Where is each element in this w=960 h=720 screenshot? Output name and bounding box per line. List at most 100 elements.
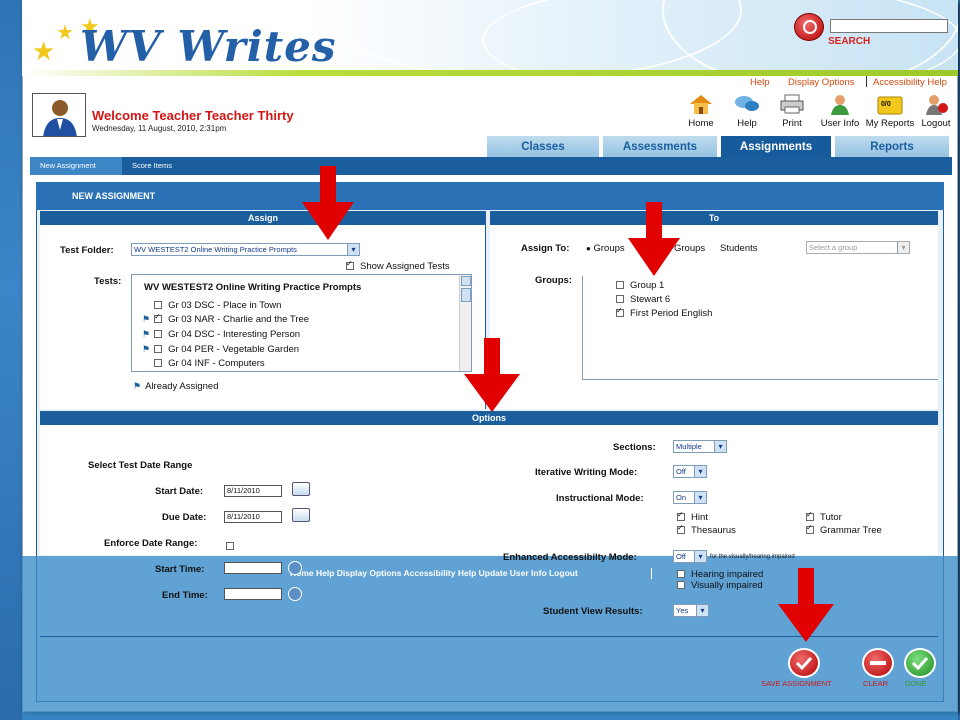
end-time-label: End Time: (162, 590, 208, 601)
help-link[interactable]: Help (750, 77, 770, 88)
test-item[interactable]: ⚑ Gr 04 PER - Vegetable Garden (142, 344, 299, 355)
due-date-input[interactable]: 8/11/2010 (224, 511, 282, 523)
test-item[interactable]: ⚑ Gr 03 NAR - Charlie and the Tree (142, 312, 309, 325)
toolbar-label: Logout (921, 118, 951, 129)
toolbar-help[interactable]: Help (730, 93, 764, 129)
calendar-icon[interactable] (292, 482, 310, 496)
end-time-input[interactable] (224, 588, 282, 600)
tool-checkbox[interactable] (806, 523, 814, 535)
test-checkbox[interactable] (154, 301, 163, 310)
test-checkbox[interactable] (154, 330, 163, 339)
iterative-select[interactable]: Off ▾ (673, 465, 707, 478)
toolbar-label: Print (782, 118, 802, 129)
tab-assessments[interactable]: Assessments (602, 135, 718, 157)
reports-badge: 0/0 (881, 101, 891, 108)
app-logo[interactable]: WV Writes (80, 22, 337, 71)
display-options-link[interactable]: Display Options (788, 77, 855, 88)
test-checkbox[interactable] (154, 312, 163, 324)
show-assigned-checkbox[interactable] (346, 259, 354, 271)
red-arrow-icon (464, 338, 520, 412)
calendar-icon[interactable] (292, 508, 310, 522)
radio-label: Students (720, 243, 758, 254)
tool-checkbox[interactable] (677, 510, 685, 522)
impaired-option[interactable]: Hearing impaired (677, 569, 763, 580)
logout-icon (926, 95, 948, 115)
test-item[interactable]: ⚑Gr 04 INF - Computers (142, 358, 265, 369)
clock-icon[interactable] (288, 561, 302, 575)
group-select[interactable]: Select a group ▾ (806, 241, 910, 254)
tab-reports[interactable]: Reports (834, 135, 950, 157)
tab-classes[interactable]: Classes (486, 135, 600, 157)
show-assigned-option[interactable]: Show Assigned Tests (346, 259, 450, 272)
save-assignment-icon[interactable] (788, 648, 820, 678)
student-view-select[interactable]: Yes ▾ (673, 604, 709, 617)
test-checkbox[interactable] (154, 359, 163, 368)
start-time-input[interactable] (224, 562, 282, 574)
radio-selected-icon: ● (586, 244, 591, 253)
impaired-option[interactable]: Visually impaired (677, 580, 763, 591)
overlay-links[interactable]: Home Help Display Options Accessibility … (290, 568, 578, 578)
enhanced-note: for the visually/hearing impaired (710, 554, 795, 560)
checkmark-icon (795, 656, 813, 671)
test-item[interactable]: ⚑Gr 03 DSC - Place in Town (142, 300, 281, 311)
clock-icon[interactable] (288, 587, 302, 601)
tool-label: Tutor (820, 512, 842, 523)
save-assignment-button[interactable]: SAVE ASSIGNMENT (761, 679, 832, 688)
toolbar-user-info[interactable]: User Info (818, 93, 862, 129)
assign-to-groups-radio[interactable]: ● Groups (586, 243, 625, 254)
search-icon[interactable] (794, 13, 824, 41)
clear-icon[interactable] (862, 648, 894, 678)
clear-button[interactable]: CLEAR (863, 679, 888, 688)
impaired-checkbox[interactable] (677, 581, 685, 590)
done-button[interactable]: DONE (905, 679, 927, 688)
chevron-down-icon: ▾ (696, 605, 708, 616)
test-folder-select[interactable]: WV WESTEST2 Online Writing Practice Prom… (131, 243, 360, 256)
subnav-score-items[interactable]: Score Items (122, 157, 182, 175)
group-item[interactable]: Stewart 6 (616, 294, 670, 305)
tool-option[interactable]: Hint (677, 510, 708, 523)
tool-option[interactable]: Grammar Tree (806, 523, 882, 536)
already-assigned-label: Already Assigned (145, 381, 219, 392)
test-checkbox[interactable] (154, 345, 163, 354)
group-item[interactable]: Group 1 (616, 280, 664, 291)
group-item[interactable]: First Period English (616, 306, 712, 319)
toolbar-print[interactable]: Print (775, 93, 809, 129)
user-icon (831, 95, 849, 115)
start-date-input[interactable]: 8/11/2010 (224, 485, 282, 497)
tool-option[interactable]: Thesaurus (677, 523, 736, 536)
tests-heading: WV WESTEST2 Online Writing Practice Prom… (144, 282, 362, 293)
group-checkbox[interactable] (616, 281, 624, 290)
test-item-label: Gr 04 PER - Vegetable Garden (168, 344, 300, 355)
test-item-label: Gr 04 INF - Computers (168, 358, 265, 369)
tool-checkbox[interactable] (806, 510, 814, 522)
test-item[interactable]: ⚑ Gr 04 DSC - Interesting Person (142, 329, 300, 340)
tool-checkbox[interactable] (677, 523, 685, 535)
subnav-new-assignment[interactable]: New Assignment (30, 157, 122, 175)
toolbar-home[interactable]: Home (684, 93, 718, 129)
instructional-select[interactable]: On ▾ (673, 491, 707, 504)
toolbar-logout[interactable]: Logout (918, 93, 954, 129)
tool-option[interactable]: Tutor (806, 510, 842, 523)
assign-to-students-radio[interactable]: Students (720, 243, 758, 254)
search-label[interactable]: SEARCH (828, 36, 870, 47)
already-assigned-legend: ⚑ Already Assigned (133, 381, 219, 392)
impaired-checkbox[interactable] (677, 570, 685, 579)
chevron-down-icon: ▾ (694, 492, 706, 503)
tab-assignments[interactable]: Assignments (720, 135, 832, 157)
group-label: Group 1 (630, 280, 665, 291)
accessibility-help-link[interactable]: Accessibility Help (873, 77, 947, 88)
groups-label: Groups: (535, 275, 572, 286)
search-input[interactable] (830, 19, 948, 33)
test-item-label: Gr 04 DSC - Interesting Person (168, 329, 301, 340)
panel-title: NEW ASSIGNMENT (36, 182, 944, 210)
enhanced-label: Enhanced Accessibilty Mode: (503, 552, 637, 563)
sections-select[interactable]: Multiple ▾ (673, 440, 727, 453)
enforce-checkbox[interactable] (226, 540, 240, 552)
impaired-label: Hearing impaired (691, 569, 764, 580)
toolbar-my-reports[interactable]: 0/0 My Reports (862, 93, 918, 129)
group-checkbox[interactable] (616, 295, 624, 304)
enhanced-select[interactable]: Off ▾ (673, 550, 707, 563)
toolbar-label: My Reports (865, 118, 915, 129)
group-checkbox[interactable] (616, 306, 624, 318)
done-icon[interactable] (904, 648, 936, 678)
